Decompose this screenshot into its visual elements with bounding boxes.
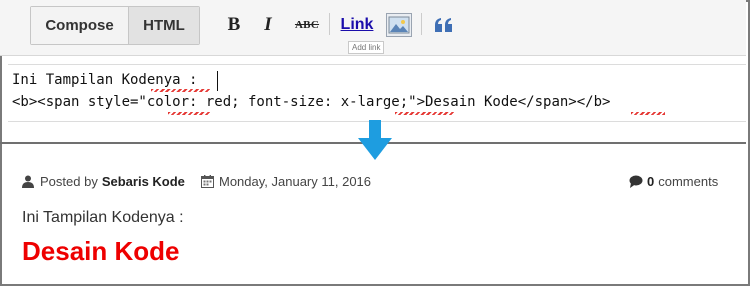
post-author: Posted by Sebaris Kode <box>22 174 185 189</box>
author-link[interactable]: Sebaris Kode <box>102 174 185 189</box>
calendar-icon <box>201 174 215 189</box>
post-date: Monday, January 11, 2016 <box>201 174 371 189</box>
html-mode-button[interactable]: HTML <box>129 7 199 44</box>
post-date-text: Monday, January 11, 2016 <box>219 174 372 189</box>
code-line-1: Ini Tampilan Kodenya : <box>12 72 198 88</box>
post-comments[interactable]: 0 comments <box>629 174 718 189</box>
comments-label: comments <box>658 174 719 189</box>
down-arrow-icon <box>358 120 392 160</box>
toolbar-separator <box>421 13 422 35</box>
code-line-2: <b><span style="color: red; font-size: x… <box>12 94 611 110</box>
bold-icon[interactable]: B <box>224 13 244 37</box>
link-tooltip: Add link <box>348 41 385 54</box>
compose-mode-button[interactable]: Compose <box>31 7 129 44</box>
spellcheck-underline <box>395 112 454 115</box>
post-rendered-title: Desain Kode <box>22 236 180 266</box>
italic-icon[interactable]: I <box>258 13 278 37</box>
text-cursor <box>217 71 218 91</box>
spellcheck-underline <box>631 112 665 115</box>
post-body-text: Ini Tampilan Kodenya : <box>22 209 184 226</box>
spellcheck-underline <box>151 89 210 92</box>
toolbar-separator <box>329 13 330 35</box>
quote-icon[interactable] <box>432 13 456 37</box>
image-icon[interactable] <box>386 13 412 37</box>
link-button[interactable]: Link <box>339 13 375 37</box>
html-code-editor[interactable]: Ini Tampilan Kodenya : <b><span style="c… <box>8 64 746 122</box>
editor-mode-switch: Compose HTML <box>30 6 200 45</box>
spellcheck-underline <box>168 112 210 115</box>
comment-count: 0 <box>647 174 655 189</box>
editor-toolbar: Compose HTML B I ABC Link Add link <box>0 0 746 56</box>
strikethrough-icon[interactable]: ABC <box>292 13 322 37</box>
comment-icon <box>629 175 643 189</box>
posted-by-label: Posted by <box>40 174 98 189</box>
user-icon <box>22 175 36 189</box>
